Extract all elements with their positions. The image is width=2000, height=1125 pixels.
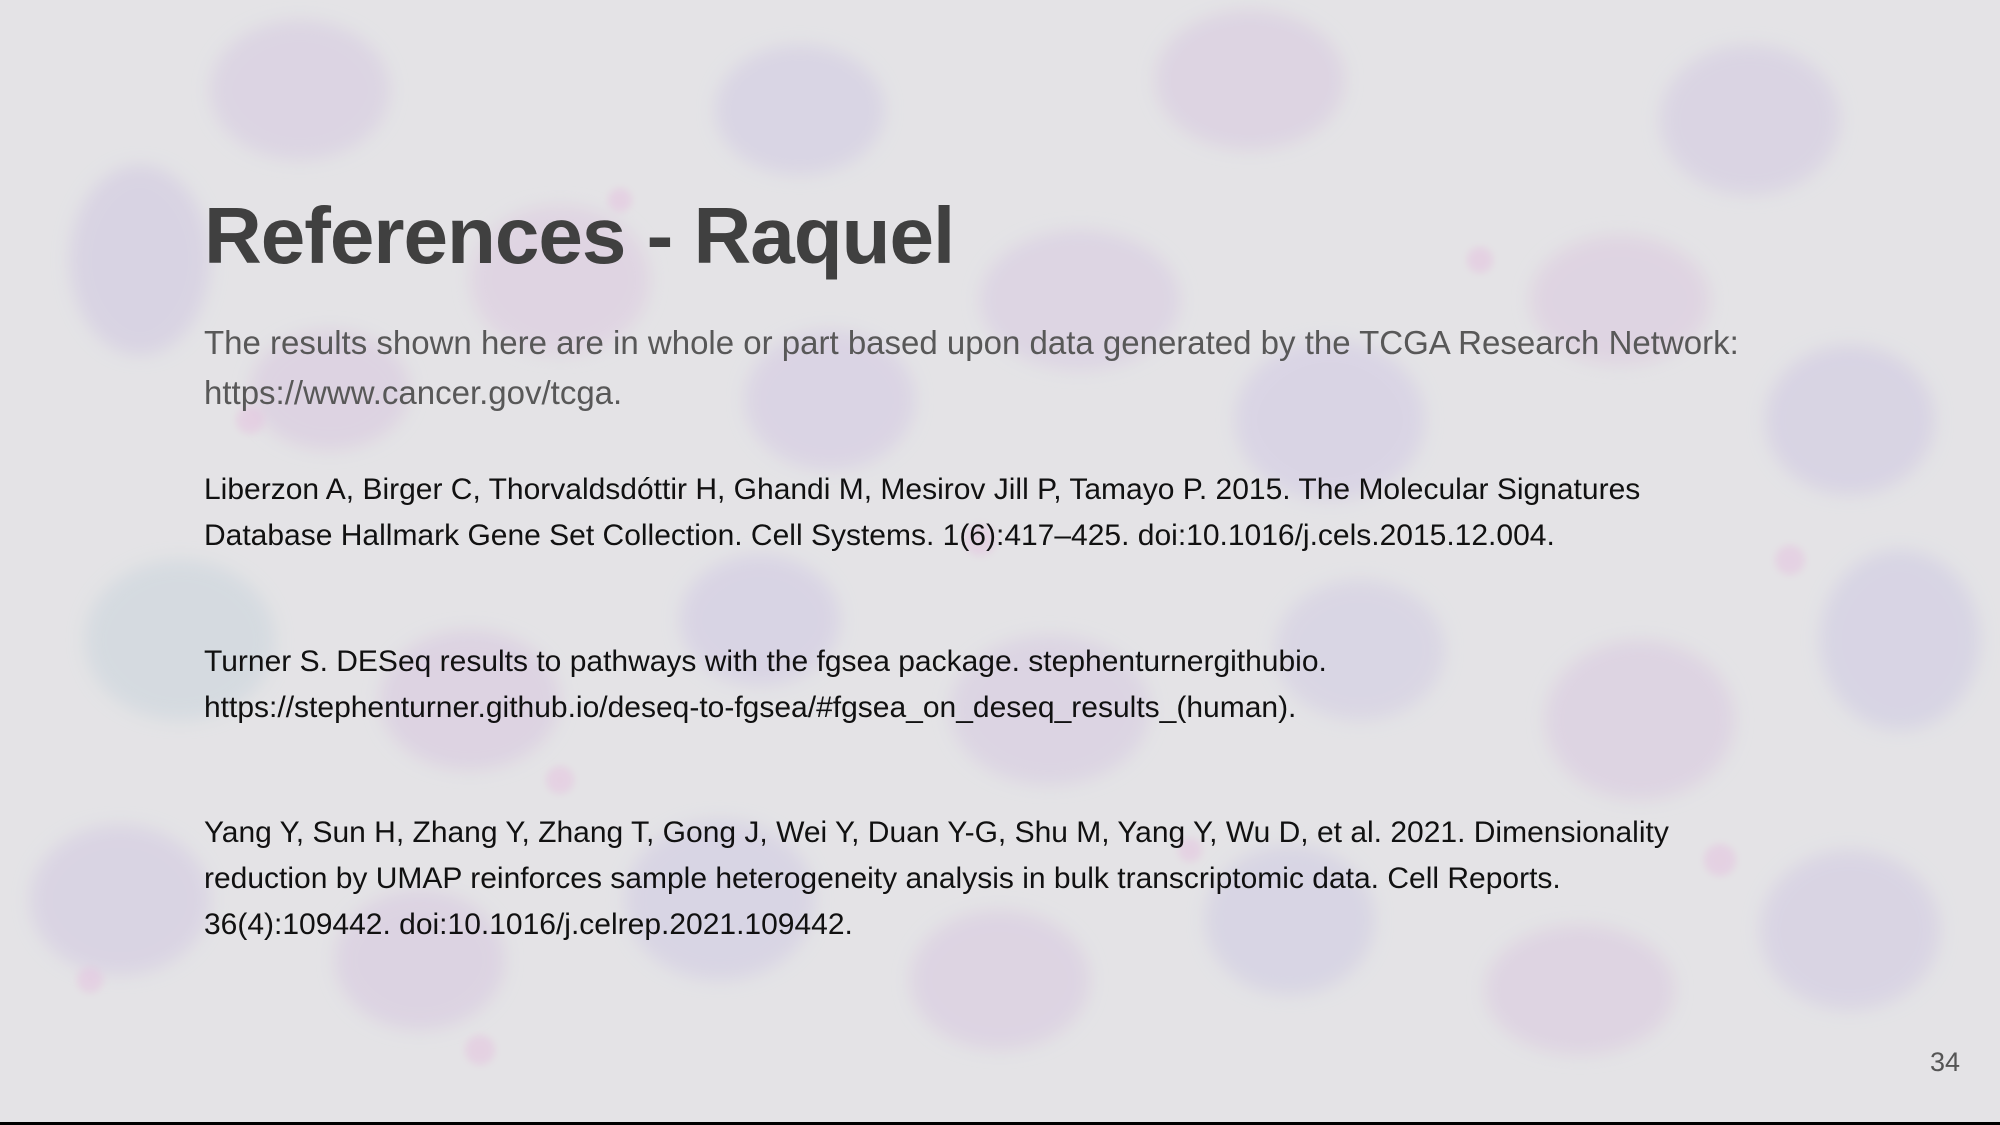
reference-liberzon-line-1: Liberzon A, Birger C, Thorvaldsdóttir H,… <box>204 473 1641 506</box>
tcga-acknowledgement: The results shown here are in whole or p… <box>204 318 1844 418</box>
slide: References - Raquel The results shown he… <box>0 0 2000 1122</box>
tcga-acknowledgement-line-2: https://www.cancer.gov/tcga. <box>204 374 623 411</box>
reference-turner: Turner S. DESeq results to pathways with… <box>204 639 1844 731</box>
reference-liberzon-line-2: Database Hallmark Gene Set Collection. C… <box>204 519 1555 552</box>
slide-title: References - Raquel <box>204 191 955 280</box>
reference-turner-line-2: https://stephenturner.github.io/deseq-to… <box>204 691 1297 724</box>
reference-yang-line-3: 36(4):109442. doi:10.1016/j.celrep.2021.… <box>204 908 853 941</box>
reference-yang-line-1: Yang Y, Sun H, Zhang Y, Zhang T, Gong J,… <box>204 816 1669 849</box>
background-overlay <box>0 0 2000 1122</box>
tcga-acknowledgement-line-1: The results shown here are in whole or p… <box>204 324 1739 361</box>
reference-liberzon: Liberzon A, Birger C, Thorvaldsdóttir H,… <box>204 467 1844 559</box>
reference-yang: Yang Y, Sun H, Zhang Y, Zhang T, Gong J,… <box>204 810 1844 948</box>
reference-yang-line-2: reduction by UMAP reinforces sample hete… <box>204 862 1561 895</box>
page-number: 34 <box>1929 1047 1960 1077</box>
reference-turner-line-1: Turner S. DESeq results to pathways with… <box>204 645 1327 678</box>
